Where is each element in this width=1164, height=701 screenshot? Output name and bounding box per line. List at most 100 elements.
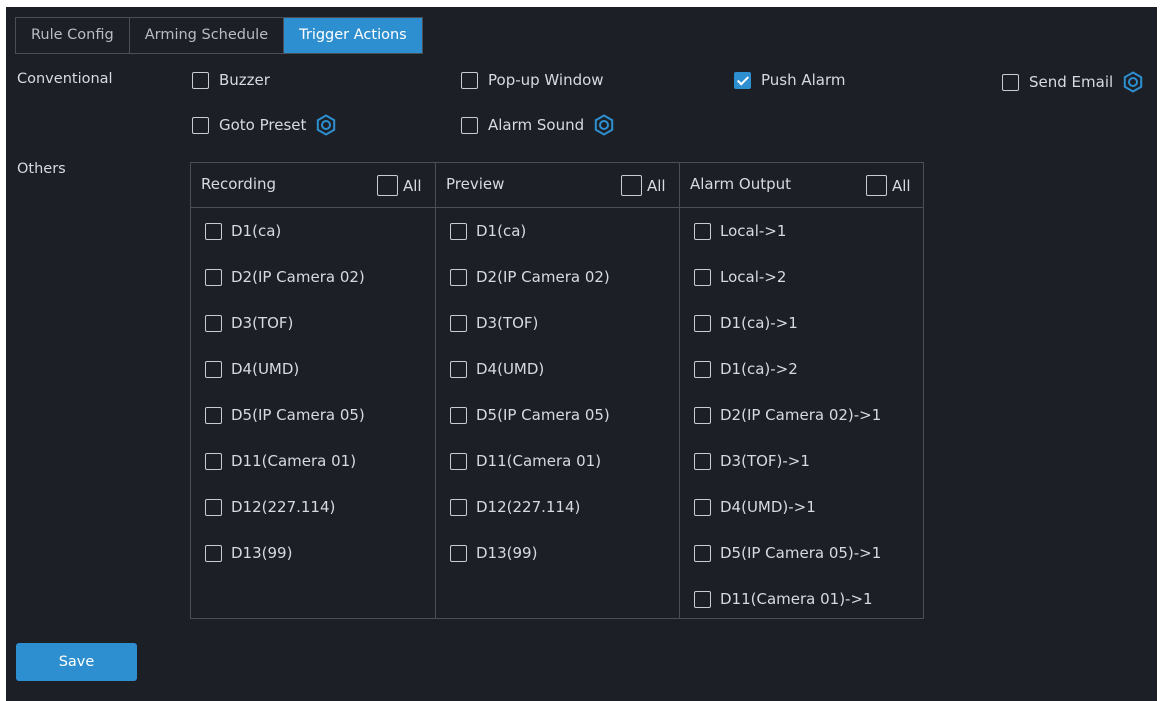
preview-header: Preview All [436, 163, 679, 208]
preview-item[interactable]: D2(IP Camera 02) [450, 268, 610, 286]
preview-all-checkbox[interactable] [621, 175, 642, 196]
preview-item-label: D13(99) [476, 544, 538, 562]
goto-preset-settings-icon[interactable] [315, 114, 337, 136]
alarm-output-item-checkbox[interactable] [694, 406, 711, 424]
recording-column: Recording All D1(ca) D2(IP Camera 02) D3(T… [191, 163, 435, 618]
send-email-option[interactable]: Send Email [1002, 71, 1144, 93]
recording-item-label: D11(Camera 01) [231, 452, 357, 470]
alarm-output-item[interactable]: D5(IP Camera 05)->1 [694, 544, 881, 562]
recording-all-option[interactable]: All [377, 175, 422, 196]
save-button[interactable]: Save [16, 643, 137, 681]
preview-item[interactable]: D13(99) [450, 544, 537, 562]
recording-item-checkbox[interactable] [205, 268, 222, 286]
recording-all-checkbox[interactable] [377, 175, 398, 196]
popup-window-option[interactable]: Pop-up Window [461, 71, 604, 89]
alarm-output-all-checkbox[interactable] [866, 175, 887, 196]
recording-item[interactable]: D4(UMD) [205, 360, 299, 378]
alarm-sound-settings-icon[interactable] [593, 114, 615, 136]
recording-item[interactable]: D3(TOF) [205, 314, 293, 332]
preview-item-label: D5(IP Camera 05) [476, 406, 610, 424]
send-email-label: Send Email [1029, 73, 1114, 91]
preview-all-label: All [647, 176, 666, 195]
preview-item-checkbox[interactable] [450, 222, 467, 240]
recording-item[interactable]: D5(IP Camera 05) [205, 406, 365, 424]
recording-item-checkbox[interactable] [205, 406, 222, 424]
preview-item[interactable]: D4(UMD) [450, 360, 544, 378]
recording-item-checkbox[interactable] [205, 544, 222, 562]
recording-item[interactable]: D12(227.114) [205, 498, 335, 516]
preview-all-option[interactable]: All [621, 175, 666, 196]
recording-item[interactable]: D1(ca) [205, 222, 281, 240]
preview-item-label: D2(IP Camera 02) [476, 268, 610, 286]
preview-item[interactable]: D5(IP Camera 05) [450, 406, 610, 424]
preview-item-label: D12(227.114) [476, 498, 581, 516]
recording-item[interactable]: D13(99) [205, 544, 292, 562]
preview-item[interactable]: D3(TOF) [450, 314, 538, 332]
preview-item-checkbox[interactable] [450, 268, 467, 286]
alarm-output-item-label: D3(TOF)->1 [720, 452, 810, 470]
popup-window-checkbox[interactable] [461, 71, 478, 89]
recording-item-checkbox[interactable] [205, 498, 222, 516]
alarm-output-item-label: D2(IP Camera 02)->1 [720, 406, 882, 424]
preview-item[interactable]: D12(227.114) [450, 498, 580, 516]
send-email-checkbox[interactable] [1002, 73, 1019, 91]
alarm-output-item[interactable]: D4(UMD)->1 [694, 498, 816, 516]
alarm-sound-option[interactable]: Alarm Sound [461, 114, 615, 136]
others-label: Others [17, 161, 66, 177]
preview-item-checkbox[interactable] [450, 544, 467, 562]
buzzer-label: Buzzer [219, 71, 270, 89]
recording-item-checkbox[interactable] [205, 360, 222, 378]
alarm-output-item-checkbox[interactable] [694, 498, 711, 516]
alarm-output-item[interactable]: D11(Camera 01)->1 [694, 590, 873, 608]
alarm-output-item[interactable]: Local->2 [694, 268, 786, 286]
alarm-output-item[interactable]: D1(ca)->1 [694, 314, 798, 332]
alarm-output-item-label: Local->2 [720, 268, 787, 286]
alarm-output-item[interactable]: D3(TOF)->1 [694, 452, 810, 470]
alarm-output-item-checkbox[interactable] [694, 590, 711, 608]
tab-rule-config[interactable]: Rule Config [16, 18, 130, 53]
recording-item-checkbox[interactable] [205, 452, 222, 470]
tab-bar: Rule Config Arming Schedule Trigger Acti… [15, 17, 423, 54]
recording-item[interactable]: D11(Camera 01) [205, 452, 356, 470]
recording-item-label: D4(UMD) [231, 360, 300, 378]
recording-all-label: All [403, 176, 422, 195]
buzzer-checkbox[interactable] [192, 71, 209, 89]
trigger-actions-panel: Rule Config Arming Schedule Trigger Acti… [6, 7, 1157, 701]
alarm-output-item-checkbox[interactable] [694, 360, 711, 378]
preview-item-checkbox[interactable] [450, 406, 467, 424]
recording-header: Recording All [191, 163, 435, 208]
preview-item[interactable]: D1(ca) [450, 222, 526, 240]
alarm-output-item-checkbox[interactable] [694, 314, 711, 332]
push-alarm-checkbox[interactable] [734, 71, 751, 89]
preview-item[interactable]: D11(Camera 01) [450, 452, 601, 470]
recording-item-checkbox[interactable] [205, 222, 222, 240]
buzzer-option[interactable]: Buzzer [192, 71, 270, 89]
alarm-output-all-option[interactable]: All [866, 175, 911, 196]
alarm-output-item-checkbox[interactable] [694, 268, 711, 286]
recording-item-label: D3(TOF) [231, 314, 294, 332]
preview-item-checkbox[interactable] [450, 452, 467, 470]
push-alarm-option[interactable]: Push Alarm [734, 71, 846, 89]
preview-item-checkbox[interactable] [450, 314, 467, 332]
preview-item-checkbox[interactable] [450, 498, 467, 516]
push-alarm-label: Push Alarm [761, 71, 846, 89]
preview-item-label: D4(UMD) [476, 360, 545, 378]
alarm-output-item[interactable]: D1(ca)->2 [694, 360, 798, 378]
alarm-output-item-checkbox[interactable] [694, 452, 711, 470]
tab-arming-schedule[interactable]: Arming Schedule [130, 18, 285, 53]
preview-item-checkbox[interactable] [450, 360, 467, 378]
alarm-output-item[interactable]: Local->1 [694, 222, 786, 240]
recording-item-checkbox[interactable] [205, 314, 222, 332]
conventional-label: Conventional [17, 71, 113, 87]
preview-item-label: D11(Camera 01) [476, 452, 602, 470]
alarm-output-header: Alarm Output All [680, 163, 923, 208]
tab-trigger-actions[interactable]: Trigger Actions [284, 18, 422, 53]
recording-item[interactable]: D2(IP Camera 02) [205, 268, 365, 286]
goto-preset-checkbox[interactable] [192, 116, 209, 134]
alarm-sound-checkbox[interactable] [461, 116, 478, 134]
send-email-settings-icon[interactable] [1122, 71, 1144, 93]
alarm-output-item-checkbox[interactable] [694, 544, 711, 562]
alarm-output-item-checkbox[interactable] [694, 222, 711, 240]
goto-preset-option[interactable]: Goto Preset [192, 114, 337, 136]
alarm-output-item[interactable]: D2(IP Camera 02)->1 [694, 406, 881, 424]
